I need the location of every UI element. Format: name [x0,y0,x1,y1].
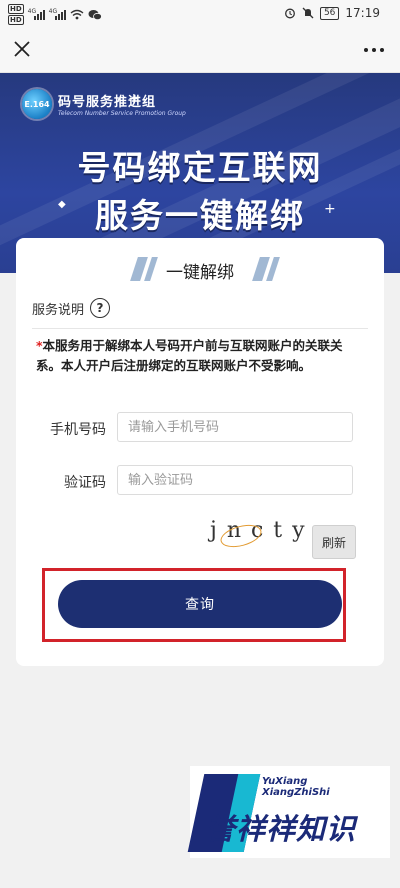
signal-icon: 4G [28,8,45,20]
watermark-en: YuXiang XiangZhiShi [262,776,330,798]
help-icon[interactable]: ? [90,298,111,318]
service-info-row[interactable]: 服务说明 ? [32,298,111,318]
watermark-zh: 誉祥祥知识 [206,812,357,846]
alarm-icon [285,8,295,19]
phone-row: 手机号码 [16,412,384,444]
status-time: 17:19 [345,6,380,20]
refresh-captcha-button[interactable]: 刷新 [312,525,356,559]
watermark-logo: YuXiang XiangZhiShi 誉祥祥知识 [187,766,390,858]
close-icon[interactable] [10,37,34,61]
service-info-label: 服务说明 [32,302,85,318]
divider [32,328,368,329]
hd-badge-2: HD [8,15,24,25]
notice-text: 本服务用于解绑本人号码开户前与互联网账户的关联关系。本人开户后注册绑定的互联网账… [36,338,343,373]
mute-icon [302,7,314,19]
unbind-card: 一键解绑 服务说明 ? *本服务用于解绑本人号码开户前与互联网账户的关联关系。本… [16,238,384,666]
code-input[interactable] [117,465,353,495]
nav-bar [0,28,400,73]
wechat-icon [88,9,102,20]
org-logo: E.164 码号服务推进组 Telecom Number Service Pro… [22,89,186,119]
signal-icon-2: 4G [49,8,66,20]
status-left: HD HD 4G 4G [8,4,102,25]
battery-icon: 56 [319,6,340,20]
wifi-icon [70,9,84,20]
service-notice: *本服务用于解绑本人号码开户前与互联网账户的关联关系。本人开户后注册绑定的互联网… [36,336,366,376]
captcha-image[interactable]: jncty [210,518,306,552]
banner-title-line1: 号码绑定互联网 [77,148,323,187]
org-name: 码号服务推进组 [58,95,157,110]
more-dots-icon[interactable] [364,48,384,52]
card-title: 一键解绑 [166,263,234,283]
code-row: 验证码 [16,465,384,497]
phone-label: 手机号码 [50,422,106,438]
e164-logo-icon: E.164 [22,89,52,119]
card-header: 一键解绑 [16,238,384,294]
query-button[interactable]: 查询 [58,580,342,628]
banner-title-line2: 服务一键解绑 [95,196,305,235]
org-name-en: Telecom Number Service Promotion Group [58,110,186,117]
phone-input[interactable] [117,412,353,442]
sparkle-icon: + [128,91,140,107]
status-right: 56 17:19 [284,6,380,20]
sim-indicators: HD HD [8,4,24,25]
hd-badge-1: HD [8,4,24,14]
status-bar: HD HD 4G 4G 56 17:19 [0,0,400,28]
code-label: 验证码 [64,475,106,491]
